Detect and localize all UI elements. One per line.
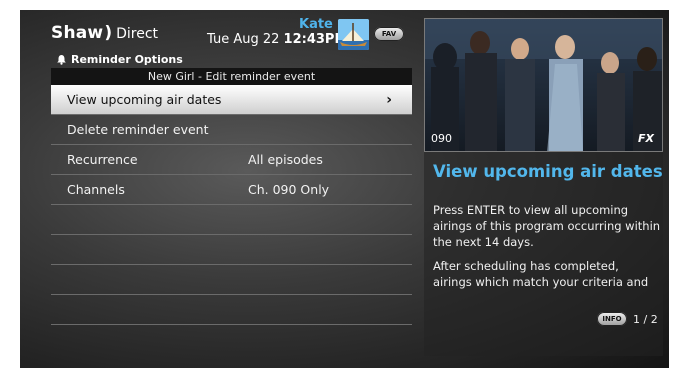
info-title: View upcoming air dates <box>433 162 663 181</box>
menu-item-label: Delete reminder event <box>67 122 209 137</box>
menu-item-label: Channels <box>67 182 125 197</box>
info-paragraph: After scheduling has completed, airings … <box>433 259 649 289</box>
menu-item-channels[interactable]: Channels Ch. 090 Only <box>51 175 412 205</box>
tv-preview-image <box>425 19 662 151</box>
live-tv-preview[interactable]: 090 FX <box>424 18 663 152</box>
reminder-options-heading: Reminder Options <box>56 53 183 66</box>
empty-row <box>51 295 412 325</box>
empty-row <box>51 205 412 235</box>
menu-item-view-air-dates[interactable]: View upcoming air dates › <box>51 85 412 115</box>
info-description: Press ENTER to view all upcoming airings… <box>433 202 661 290</box>
menu-item-label: Recurrence <box>67 152 138 167</box>
panel-title: New Girl - Edit reminder event <box>51 68 412 85</box>
date-text: Tue Aug 22 <box>207 32 280 47</box>
menu-item-delete-reminder[interactable]: Delete reminder event <box>51 115 412 145</box>
menu-item-recurrence[interactable]: Recurrence All episodes <box>51 145 412 175</box>
date-time: Tue Aug 22 12:43PM <box>207 32 347 47</box>
empty-row <box>51 235 412 265</box>
menu-item-label: View upcoming air dates <box>67 92 222 107</box>
fav-button[interactable]: FAV <box>374 27 404 41</box>
info-button[interactable]: INFO <box>597 312 627 326</box>
page-indicator: 1 / 2 <box>633 313 658 326</box>
logo-brand: Shaw <box>51 23 104 43</box>
bell-icon <box>57 55 66 65</box>
reminder-options-label: Reminder Options <box>71 53 183 66</box>
info-paragraph: Press ENTER to view all upcoming airings… <box>433 203 661 249</box>
empty-row <box>51 265 412 295</box>
chevron-right-icon: › <box>386 91 392 108</box>
tv-screen: Shaw ) Direct Kate Tue Aug 22 12:43PM FA… <box>20 10 669 368</box>
reminder-menu-panel: New Girl - Edit reminder event View upco… <box>51 68 412 326</box>
preview-channel-number: 090 <box>431 132 452 145</box>
logo-sub: Direct <box>116 26 159 42</box>
user-avatar-icon[interactable] <box>338 19 369 50</box>
channels-value: Ch. 090 Only <box>248 182 330 197</box>
recurrence-value: All episodes <box>248 152 323 167</box>
network-logo: FX <box>638 132 654 145</box>
shaw-direct-logo: Shaw ) Direct <box>51 23 158 43</box>
logo-paren: ) <box>104 23 113 43</box>
user-name: Kate <box>299 17 333 32</box>
